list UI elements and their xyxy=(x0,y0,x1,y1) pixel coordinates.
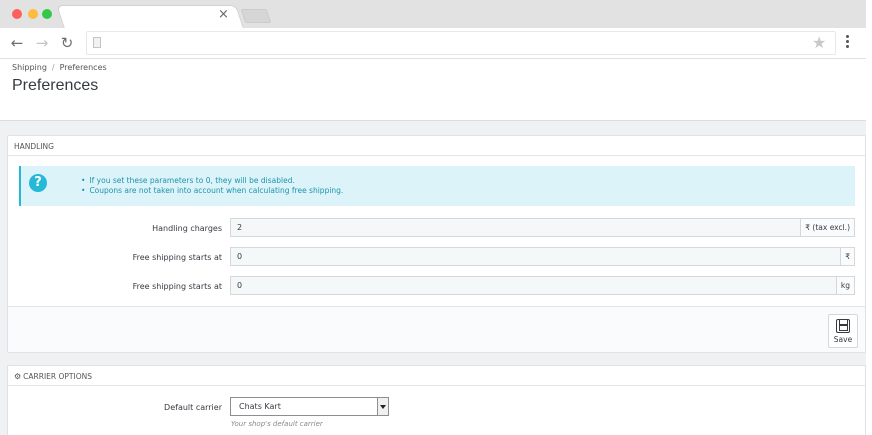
maximize-window-button[interactable] xyxy=(42,9,52,19)
info-item: Coupons are not taken into account when … xyxy=(81,186,343,196)
new-tab-button[interactable] xyxy=(240,9,272,23)
default-carrier-value: Chats Kart xyxy=(239,402,281,411)
page-title: Preferences xyxy=(12,77,99,94)
free-shipping-weight-label: Free shipping starts at xyxy=(132,282,222,291)
carrier-options-panel: ⚙ CARRIER OPTIONS Default carrier Chats K… xyxy=(7,365,866,435)
page-content: Shipping / Preferences Preferences HANDLIN… xyxy=(0,59,866,435)
reload-icon[interactable]: ↻ xyxy=(59,35,75,51)
free-shipping-price-value: 0 xyxy=(237,252,243,261)
question-icon: ? xyxy=(29,174,47,192)
floppy-disk-icon xyxy=(836,319,850,333)
free-shipping-price-label: Free shipping starts at xyxy=(132,253,222,262)
close-window-button[interactable] xyxy=(12,9,22,19)
bookmark-star-icon[interactable]: ★ xyxy=(812,33,826,52)
handling-charges-label: Handling charges xyxy=(152,224,222,233)
carrier-options-heading: CARRIER OPTIONS xyxy=(23,372,93,381)
browser-window: × ← → ↻ ★ Shipping / Preferences Preferenc… xyxy=(0,0,866,435)
currency-tax-addon: ₹ (tax excl.) xyxy=(800,218,855,237)
save-button-label: Save xyxy=(833,335,853,344)
tab-close-icon[interactable]: × xyxy=(218,8,229,22)
handling-heading: HANDLING xyxy=(8,136,865,156)
carrier-options-header: ⚙ CARRIER OPTIONS xyxy=(8,366,865,386)
weight-unit-addon: kg xyxy=(835,276,855,295)
page-header: Shipping / Preferences Preferences xyxy=(0,59,866,121)
breadcrumb-separator: / xyxy=(51,63,55,72)
save-button[interactable]: Save xyxy=(828,314,858,348)
minimize-window-button[interactable] xyxy=(28,9,38,19)
handling-panel-footer: Save xyxy=(8,306,865,352)
free-shipping-weight-input[interactable]: 0 kg xyxy=(230,276,855,295)
browser-menu-icon[interactable] xyxy=(846,35,850,51)
page-icon xyxy=(93,37,101,48)
handling-charges-value: 2 xyxy=(237,223,243,232)
info-list: If you set these parameters to 0, they w… xyxy=(81,176,343,196)
chevron-down-icon[interactable] xyxy=(377,398,388,415)
back-arrow-icon[interactable]: ← xyxy=(9,35,25,51)
breadcrumb-shipping[interactable]: Shipping xyxy=(12,63,47,72)
default-carrier-help: Your shop's default carrier xyxy=(231,420,323,428)
tab-bar: × xyxy=(0,0,866,28)
gears-icon: ⚙ xyxy=(14,372,22,381)
free-shipping-price-input[interactable]: 0 ₹ xyxy=(230,247,855,266)
browser-toolbar: ← → ↻ ★ xyxy=(0,28,866,59)
handling-charges-input[interactable]: 2 ₹ (tax excl.) xyxy=(230,218,855,237)
default-carrier-select[interactable]: Chats Kart xyxy=(230,397,389,416)
handling-panel: HANDLING ? If you set these parameters t… xyxy=(7,135,866,353)
info-alert: ? If you set these parameters to 0, they… xyxy=(19,166,855,206)
free-shipping-weight-value: 0 xyxy=(237,281,243,290)
browser-tab[interactable] xyxy=(56,5,244,28)
breadcrumb-preferences: Preferences xyxy=(59,63,107,72)
address-bar[interactable] xyxy=(86,31,836,55)
currency-addon: ₹ xyxy=(840,247,855,266)
default-carrier-label: Default carrier xyxy=(164,403,222,412)
info-item: If you set these parameters to 0, they w… xyxy=(81,176,343,186)
forward-arrow-icon[interactable]: → xyxy=(34,35,50,51)
breadcrumb: Shipping / Preferences xyxy=(12,63,107,72)
